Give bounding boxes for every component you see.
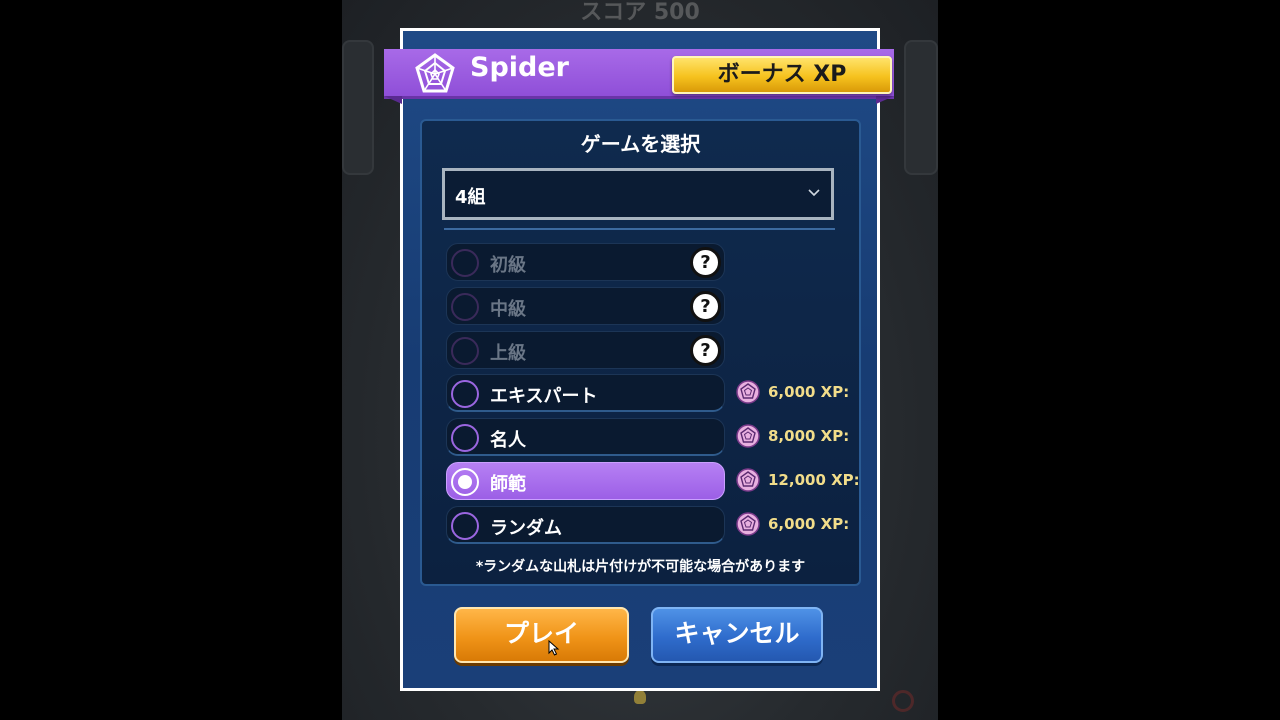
radio-button[interactable] [451,380,479,408]
banner-fold-left [384,96,402,104]
radio-button[interactable] [451,512,479,540]
spider-web-icon [415,53,455,93]
radio-button[interactable] [451,424,479,452]
option-label: 中級 [490,299,526,320]
help-icon[interactable]: ? [690,247,721,278]
xp-spider-icon [736,424,760,448]
divider [444,228,835,230]
xp-reward: 6,000 XP: [768,383,850,401]
chevron-down-icon [808,189,820,197]
banner-fold-right [876,96,894,104]
help-icon[interactable]: ? [690,291,721,322]
option-label: ランダム [490,518,562,539]
mouse-cursor-icon [548,640,560,656]
option-label: 師範 [490,474,526,495]
option-random[interactable]: ランダム [446,506,725,544]
xp-spider-icon [736,380,760,404]
radio-button[interactable] [451,293,479,321]
xp-spider-icon [736,468,760,492]
radio-dot [458,475,472,489]
option-master[interactable]: 名人 [446,418,725,456]
xp-reward: 12,000 XP: [768,471,860,489]
radio-button-selected[interactable] [451,468,479,496]
option-advanced[interactable]: 上級 ? [446,331,725,369]
option-intermediate[interactable]: 中級 ? [446,287,725,325]
hint-bulb-icon [634,690,646,704]
dialog-title: Spider [470,52,569,83]
random-deck-footnote: *ランダムな山札は片付けが不可能な場合があります [475,559,806,575]
play-button[interactable]: プレイ [454,607,629,663]
option-expert[interactable]: エキスパート [446,374,725,412]
select-value: 4組 [455,187,486,208]
background-circle-icon [892,690,914,712]
option-grandmaster[interactable]: 師範 [446,462,725,500]
option-label: エキスパート [490,386,598,407]
option-label: 上級 [490,343,526,364]
radio-button[interactable] [451,249,479,277]
background-card-right [904,40,938,175]
xp-spider-icon [736,512,760,536]
xp-reward: 6,000 XP: [768,515,850,533]
suit-count-select[interactable]: 4組 [442,168,834,220]
option-beginner[interactable]: 初級 ? [446,243,725,281]
bonus-xp-badge: ボーナス XP [672,56,892,94]
help-icon[interactable]: ? [690,335,721,366]
option-label: 初級 [490,255,526,276]
option-label: 名人 [490,430,526,451]
cancel-button[interactable]: キャンセル [651,607,823,663]
radio-button[interactable] [451,337,479,365]
score-text: スコア 500 [580,0,700,25]
xp-reward: 8,000 XP: [768,427,850,445]
panel-heading: ゲームを選択 [580,132,701,156]
background-card-left [342,40,374,175]
